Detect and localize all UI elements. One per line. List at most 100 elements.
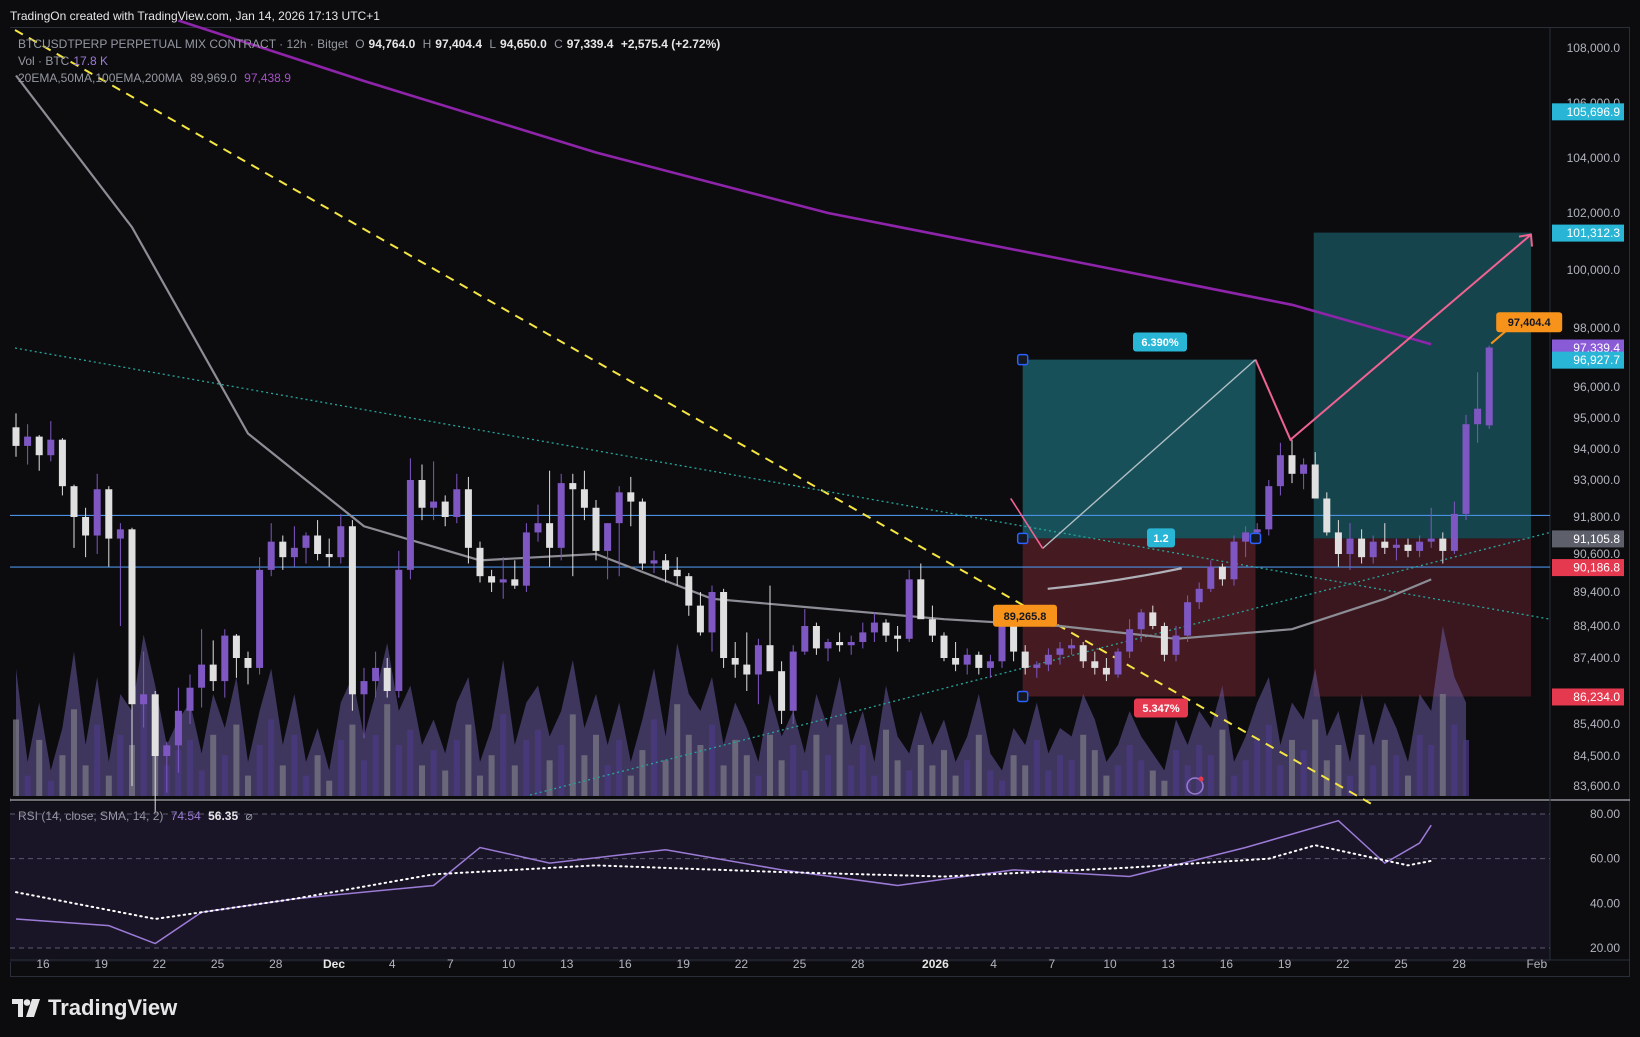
candle-body bbox=[754, 645, 762, 675]
volume-bar bbox=[500, 714, 507, 796]
volume-bar bbox=[894, 760, 901, 796]
candle-body bbox=[12, 427, 20, 446]
candle-body bbox=[441, 501, 449, 517]
candle-body bbox=[1242, 532, 1250, 542]
candle-body bbox=[1346, 538, 1354, 554]
volume-bar bbox=[1451, 724, 1458, 796]
volume-bar bbox=[1254, 739, 1261, 796]
volume-bar bbox=[558, 745, 565, 796]
candle-body bbox=[337, 526, 345, 558]
volume-bar bbox=[1289, 739, 1295, 796]
volume-bar bbox=[349, 724, 356, 796]
candle-body bbox=[696, 605, 704, 633]
legend-close-label: C bbox=[554, 37, 563, 51]
candle-body bbox=[894, 635, 902, 639]
volume-bar bbox=[314, 755, 321, 796]
volume-bar bbox=[1033, 739, 1040, 796]
candle-body bbox=[1427, 538, 1435, 542]
volume-bar bbox=[1091, 750, 1098, 796]
volume-bar bbox=[604, 765, 611, 796]
candle-body bbox=[35, 436, 43, 456]
candle-body bbox=[546, 523, 554, 548]
candle-body bbox=[1392, 544, 1400, 548]
volume-bar bbox=[465, 724, 472, 796]
candle-body bbox=[151, 694, 159, 756]
volume-bar bbox=[616, 739, 623, 796]
candle-body bbox=[940, 635, 948, 658]
tradingview-brand[interactable]: TradingView bbox=[12, 995, 177, 1021]
candle-body bbox=[1033, 664, 1041, 668]
volume-bar bbox=[1149, 770, 1156, 796]
volume-bar bbox=[1242, 760, 1249, 796]
candle-body bbox=[70, 486, 78, 517]
volume-bar bbox=[442, 770, 449, 796]
price-label: 90,186.8 bbox=[1573, 561, 1620, 575]
candle-body bbox=[627, 492, 635, 502]
legend-rsi-visibility-icon[interactable]: ⌀ bbox=[245, 809, 252, 823]
volume-bar bbox=[917, 745, 924, 796]
candle-body bbox=[673, 569, 681, 577]
volume-bar bbox=[256, 745, 263, 796]
volume-bar bbox=[1428, 745, 1435, 796]
time-tick-label: 25 bbox=[211, 957, 225, 971]
volume-bar bbox=[1393, 755, 1400, 796]
candle-body bbox=[928, 619, 936, 636]
candle-body bbox=[882, 622, 890, 636]
volume-bar bbox=[36, 739, 43, 796]
volume-bar bbox=[82, 765, 89, 796]
volume-bar bbox=[1115, 765, 1121, 796]
price-tick-label: 93,000.0 bbox=[1573, 473, 1620, 487]
candle-body bbox=[1462, 424, 1470, 514]
price-chart[interactable]: 97,404.4 89,265.8 6.390% 5.347% 1.2 108,000.… bbox=[0, 0, 1640, 1037]
candle-body bbox=[905, 579, 913, 639]
volume-bar bbox=[1335, 745, 1342, 796]
time-tick-label: 19 bbox=[677, 957, 691, 971]
legend-volume: Vol · BTC 17.8 K bbox=[18, 54, 112, 68]
candle-body bbox=[209, 664, 217, 682]
volume-bar bbox=[801, 770, 808, 796]
volume-bar bbox=[999, 780, 1005, 796]
candle-body bbox=[302, 535, 310, 548]
price-tick-label: 87,400.0 bbox=[1573, 651, 1620, 665]
volume-bar bbox=[279, 765, 286, 796]
time-tick-label: 10 bbox=[1103, 957, 1117, 971]
volume-bar bbox=[674, 704, 681, 796]
candle-body bbox=[395, 569, 403, 691]
time-tick-label: 4 bbox=[990, 957, 997, 971]
candle-body bbox=[116, 529, 124, 539]
price-tick-label: 102,000.0 bbox=[1567, 206, 1621, 220]
volume-bar bbox=[1312, 719, 1319, 796]
volume-bar bbox=[929, 765, 936, 796]
volume-bar bbox=[1416, 734, 1423, 796]
price-tick-label: 88,400.0 bbox=[1573, 619, 1620, 633]
price-tick-label: 89,400.0 bbox=[1573, 585, 1620, 599]
price-tick-label: 85,400.0 bbox=[1573, 717, 1620, 731]
volume-bar bbox=[685, 734, 692, 796]
price-label: 91,105.8 bbox=[1573, 532, 1620, 546]
volume-bar bbox=[384, 704, 391, 796]
candle-body bbox=[1311, 464, 1319, 499]
drag-handle bbox=[1016, 690, 1029, 703]
candle-body bbox=[279, 541, 287, 558]
candle-body bbox=[952, 658, 960, 665]
candle-body bbox=[1450, 513, 1458, 551]
volume-bar bbox=[71, 709, 77, 796]
candle-body bbox=[1230, 541, 1238, 580]
volume-bar bbox=[790, 745, 797, 796]
volume-bar bbox=[245, 775, 251, 796]
legend-rsi-label: RSI (14, close, SMA, 14, 2) bbox=[18, 809, 164, 823]
volume-bar bbox=[1196, 745, 1203, 796]
candle-body bbox=[534, 523, 542, 533]
candle-body bbox=[221, 635, 229, 682]
price-tick-label: 95,000.0 bbox=[1573, 411, 1620, 425]
volume-bar bbox=[395, 745, 402, 796]
candle-body bbox=[93, 489, 101, 536]
volume-bar bbox=[778, 760, 785, 796]
time-tick-label: 4 bbox=[389, 957, 396, 971]
candle-body bbox=[812, 626, 820, 649]
volume-bar bbox=[477, 775, 483, 796]
candle-body bbox=[105, 489, 113, 539]
candle-body bbox=[406, 480, 414, 570]
volume-bar bbox=[1068, 760, 1075, 796]
candle-body bbox=[1184, 602, 1192, 636]
